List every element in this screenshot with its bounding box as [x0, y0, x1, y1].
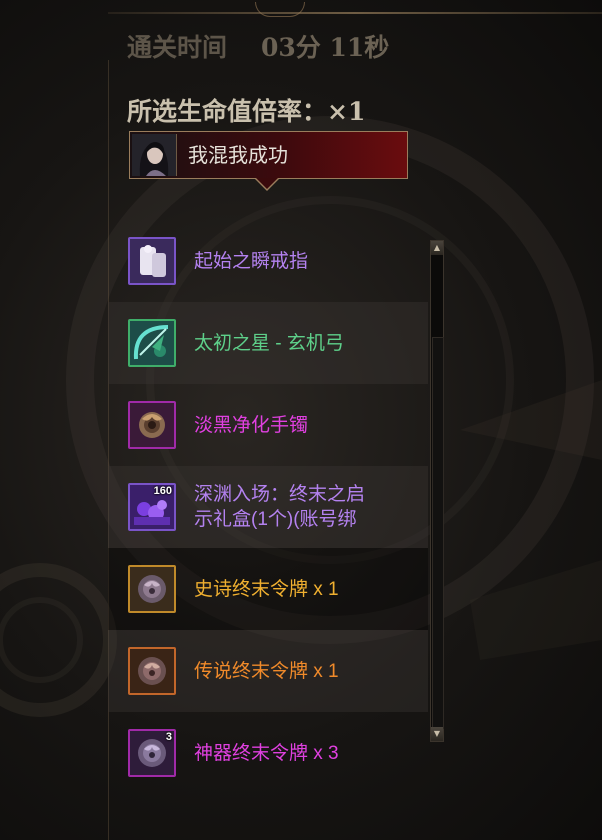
reward-list: 起始之瞬戒指太初之星 - 玄机弓 淡黑净化手镯 160 深渊入场：终末之启 示礼盒(1…	[108, 220, 428, 794]
clear-time-value: 03分 11秒	[261, 33, 390, 62]
top-ornament	[255, 2, 305, 17]
scrollbar[interactable]: ▲ ▼	[430, 240, 444, 742]
top-divider	[108, 12, 602, 14]
reward-item-name: 史诗终末令牌 x 1	[194, 578, 339, 600]
reward-list-panel: 起始之瞬戒指太初之星 - 玄机弓 淡黑净化手镯 160 深渊入场：终末之启 示礼盒(1…	[108, 220, 428, 840]
player-name: 我混我成功	[188, 145, 288, 167]
scroll-down-icon[interactable]: ▼	[431, 727, 443, 741]
reward-item-name: 深渊入场：终末之启 示礼盒(1个)(账号绑	[194, 484, 366, 530]
bow-item-icon[interactable]	[128, 319, 176, 367]
clear-time-row: 通关时间 03分 11秒	[127, 28, 389, 64]
scroll-up-icon[interactable]: ▲	[431, 241, 443, 255]
reward-item[interactable]: 起始之瞬戒指	[108, 220, 428, 302]
hp-multiplier-label: 所选生命值倍率：×1	[127, 97, 366, 126]
clear-time-label: 通关时间	[127, 33, 228, 62]
reward-item[interactable]: 传说终末令牌 x 1	[108, 630, 428, 712]
item-count-badge: 3	[165, 731, 172, 743]
reward-item-name: 神器终末令牌 x 3	[194, 742, 339, 764]
artifact-token-icon[interactable]: 3	[128, 729, 176, 777]
bracelet-item-icon[interactable]	[128, 401, 176, 449]
character-portrait-icon	[132, 134, 177, 176]
reward-item-name: 传说终末令牌 x 1	[194, 660, 339, 682]
reward-item[interactable]: 史诗终末令牌 x 1	[108, 548, 428, 630]
reward-item-name: 起始之瞬戒指	[194, 250, 309, 272]
reward-item[interactable]: 太初之星 - 玄机弓	[108, 302, 428, 384]
legendary-token-icon[interactable]	[128, 647, 176, 695]
reward-item[interactable]: 淡黑净化手镯	[108, 384, 428, 466]
reward-item[interactable]: 3 神器终末令牌 x 3	[108, 712, 428, 794]
scrollbar-thumb[interactable]	[432, 337, 444, 729]
reward-item-name: 淡黑净化手镯	[194, 414, 309, 436]
epic-token-icon[interactable]	[128, 565, 176, 613]
name-pointer	[256, 178, 278, 189]
reward-item[interactable]: 160 深渊入场：终末之启 示礼盒(1个)(账号绑	[108, 466, 428, 548]
item-count-badge: 160	[153, 485, 172, 497]
gift-box-item-icon[interactable]: 160	[128, 483, 176, 531]
player-name-box: 我混我成功	[129, 131, 408, 179]
scroll-item-icon[interactable]	[128, 237, 176, 285]
reward-item-name: 太初之星 - 玄机弓	[194, 332, 344, 354]
